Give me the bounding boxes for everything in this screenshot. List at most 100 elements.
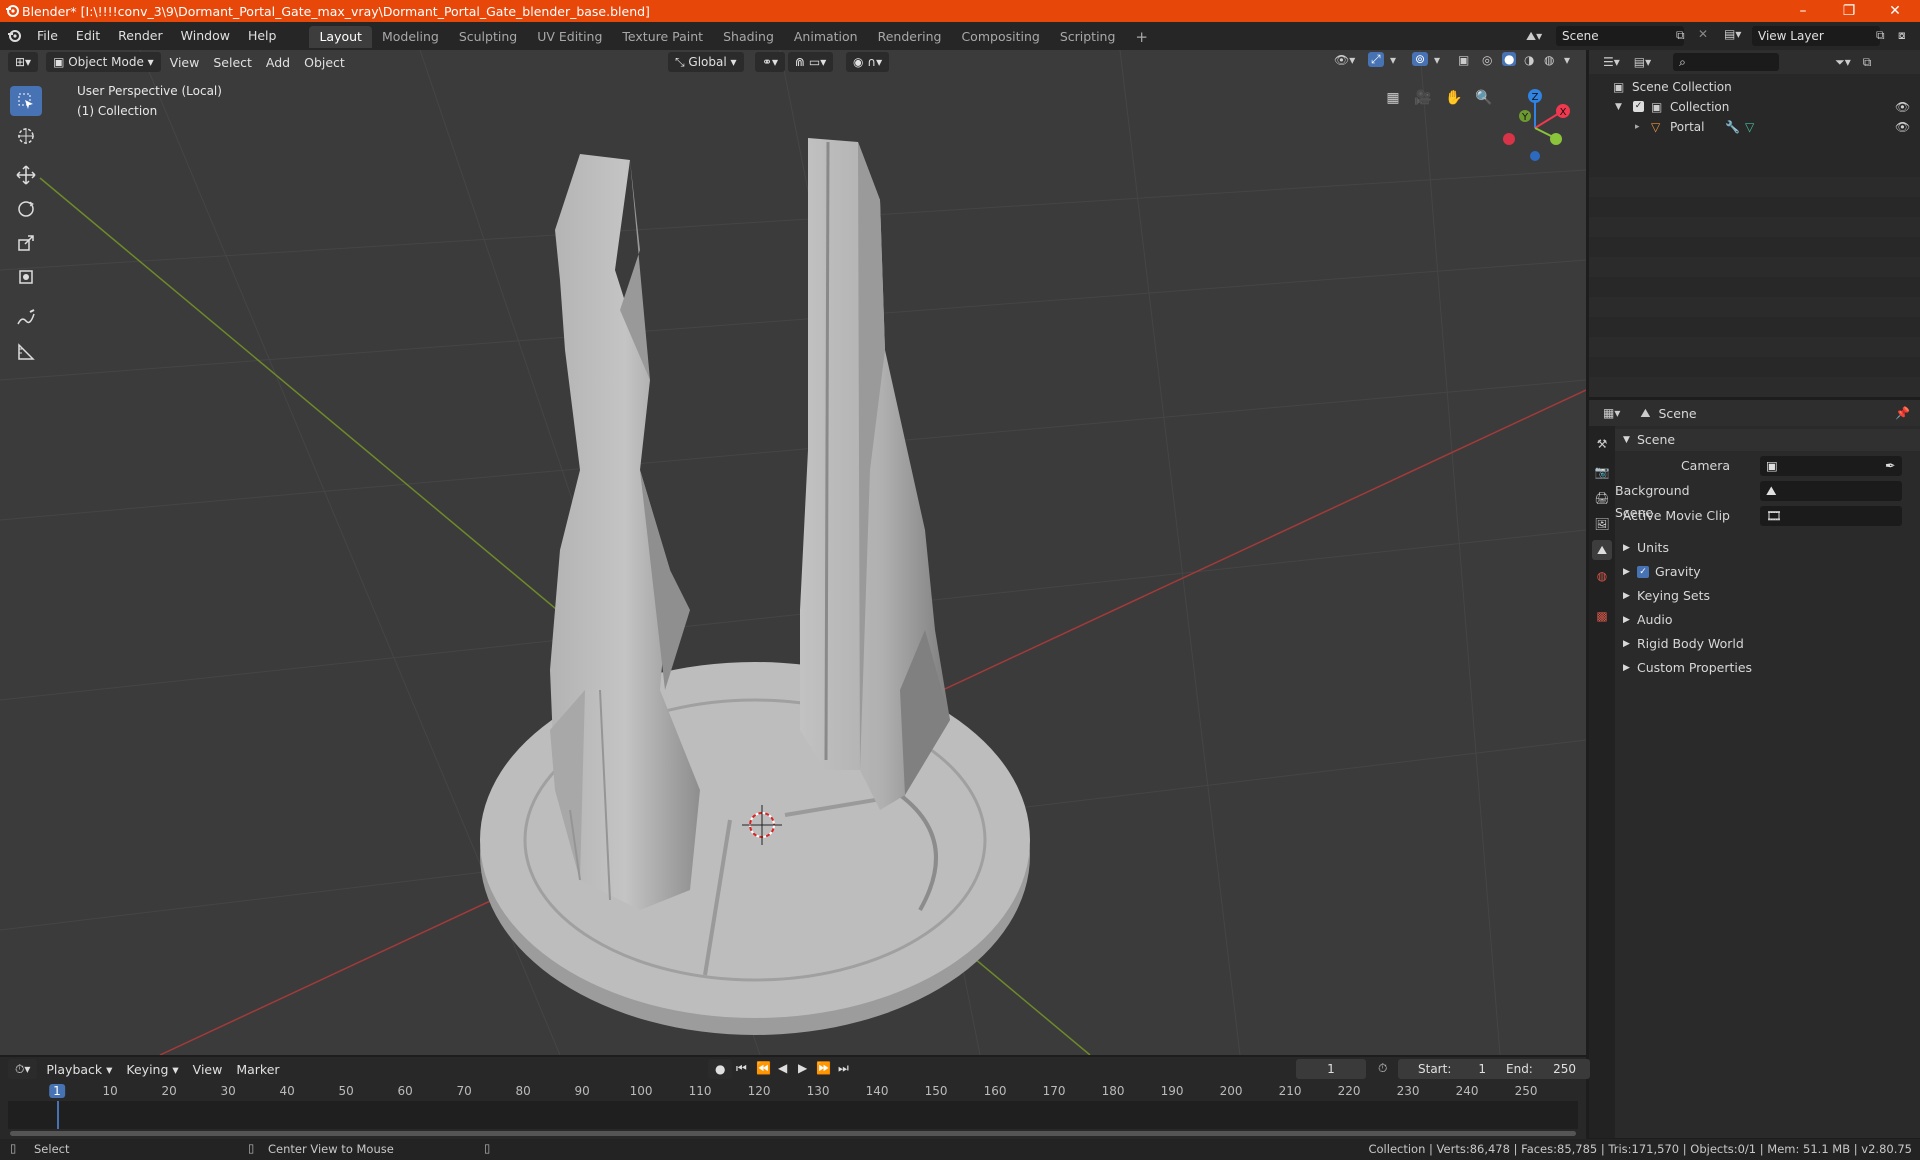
shading-rendered-icon[interactable]: ◍: [1544, 53, 1554, 67]
delete-scene-icon[interactable]: ✕: [1698, 27, 1708, 41]
timeline-scrollbar[interactable]: [10, 1131, 1576, 1136]
blender-menu-icon[interactable]: [0, 29, 28, 43]
pan-view-icon[interactable]: ✋: [1441, 85, 1467, 111]
tab-compositing[interactable]: Compositing: [951, 26, 1049, 48]
new-view-layer-icon[interactable]: ⧉: [1876, 28, 1885, 43]
object-mode-dropdown[interactable]: ▣ Object Mode ▾: [46, 52, 161, 72]
outliner-search-input[interactable]: ⌕: [1673, 53, 1780, 71]
outliner-scene-collection[interactable]: ▣ Scene Collection: [1589, 77, 1920, 97]
add-workspace-button[interactable]: +: [1125, 26, 1158, 48]
keying-sets-panel[interactable]: ▶ Keying Sets: [1615, 585, 1920, 607]
outliner-editor-type-icon[interactable]: ☰▾: [1603, 55, 1620, 69]
texture-tab-icon[interactable]: ▩: [1592, 606, 1612, 626]
tab-uv-editing[interactable]: UV Editing: [527, 26, 612, 48]
move-tool[interactable]: [10, 160, 42, 190]
eyedropper-icon[interactable]: ✒: [1885, 455, 1895, 477]
shading-material-icon[interactable]: ◑: [1524, 53, 1534, 67]
zoom-view-icon[interactable]: 🔍: [1471, 85, 1497, 111]
minimize-button[interactable]: –: [1780, 0, 1826, 22]
outliner[interactable]: ☰▾ ▤▾ ⌕ ⏷▾ ⧉ ▣ Scene Collection ▼ ✓ ▣ Co…: [1589, 50, 1920, 397]
tab-scripting[interactable]: Scripting: [1050, 26, 1126, 48]
restore-button[interactable]: ❐: [1826, 0, 1872, 22]
outliner-collection[interactable]: ▼ ✓ ▣ Collection 👁: [1589, 97, 1920, 117]
gravity-panel[interactable]: ▶ ✓ Gravity: [1615, 561, 1920, 583]
tab-sculpting[interactable]: Sculpting: [449, 26, 527, 48]
annotate-tool[interactable]: [10, 303, 42, 333]
3d-viewport[interactable]: ⊞▾ ▣ Object Mode ▾ View Select Add Objec…: [0, 50, 1586, 1055]
preview-range-icon[interactable]: ⏱: [1378, 1061, 1387, 1076]
rigid-body-world-panel[interactable]: ▶ Rigid Body World: [1615, 633, 1920, 655]
view-layer-icon[interactable]: ▤▾: [1724, 27, 1741, 41]
gizmo-dropdown-icon[interactable]: ▾: [1390, 53, 1396, 67]
jump-start-icon[interactable]: ⏮: [736, 1061, 747, 1076]
output-tab-icon[interactable]: 🖨: [1592, 488, 1612, 508]
scene-icon[interactable]: ⛰▾: [1526, 26, 1552, 46]
scale-tool[interactable]: [10, 228, 42, 258]
menu-view[interactable]: View: [163, 55, 207, 70]
visibility-icon[interactable]: 👁▾: [1334, 53, 1355, 67]
timeline-editor-type-icon[interactable]: ⏱▾: [8, 1059, 38, 1079]
outliner-object-portal[interactable]: ▸ ▽ Portal 🔧 ▽ 👁: [1589, 117, 1920, 137]
timeline-track[interactable]: [8, 1101, 1578, 1129]
menu-object[interactable]: Object: [297, 55, 352, 70]
jump-keyframe-forward-icon[interactable]: ⏩: [816, 1061, 831, 1075]
menu-window[interactable]: Window: [172, 22, 239, 50]
include-checkbox[interactable]: ✓: [1633, 101, 1644, 112]
transform-tool[interactable]: [10, 262, 42, 292]
menu-edit[interactable]: Edit: [67, 22, 109, 50]
play-reverse-icon[interactable]: ◀: [778, 1061, 787, 1075]
tab-layout[interactable]: Layout: [309, 26, 372, 48]
select-box-tool[interactable]: [10, 86, 42, 116]
editor-type-button[interactable]: ⊞▾: [8, 52, 39, 72]
visibility-eye-icon-portal[interactable]: 👁: [1895, 117, 1910, 137]
tool-tab-icon[interactable]: ⚒: [1592, 434, 1612, 454]
camera-view-icon[interactable]: 🎥: [1410, 85, 1436, 111]
gravity-checkbox[interactable]: ✓: [1637, 566, 1649, 578]
active-movie-clip-field[interactable]: 🎞: [1760, 506, 1902, 526]
menu-file[interactable]: File: [28, 22, 67, 50]
audio-panel[interactable]: ▶ Audio: [1615, 609, 1920, 631]
rotate-tool[interactable]: [10, 194, 42, 224]
jump-end-icon[interactable]: ⏭: [838, 1061, 849, 1076]
units-panel[interactable]: ▶ Units: [1615, 537, 1920, 559]
filter-icon[interactable]: ⏷▾: [1835, 55, 1851, 70]
proportional-edit-icon[interactable]: ◉ ∩▾: [846, 52, 890, 72]
scene-tab-icon[interactable]: ⛰: [1592, 540, 1612, 560]
menu-render[interactable]: Render: [109, 22, 172, 50]
pivot-point-icon[interactable]: ⚭▾: [755, 52, 786, 72]
transform-orientation-dropdown[interactable]: ⤡ Global ▾: [668, 52, 744, 72]
camera-field[interactable]: ▣: [1760, 456, 1902, 476]
custom-properties-panel[interactable]: ▶ Custom Properties: [1615, 657, 1920, 679]
render-tab-icon[interactable]: 📷: [1592, 462, 1612, 482]
world-tab-icon[interactable]: ◍: [1592, 566, 1612, 586]
menu-marker[interactable]: Marker: [229, 1062, 286, 1077]
menu-timeline-view[interactable]: View: [186, 1062, 230, 1077]
timeline-ruler[interactable]: 1 10 20 30 40 50 60 70 80 90 100 110 120 130 140 150 160…: [8, 1083, 1578, 1101]
snap-icon[interactable]: ⋒ ▭▾: [788, 52, 834, 72]
play-icon[interactable]: ▶: [798, 1061, 807, 1075]
start-frame-field[interactable]: Start: 1: [1398, 1059, 1500, 1079]
toggle-ortho-icon[interactable]: ▦: [1380, 85, 1406, 111]
new-collection-icon[interactable]: ⧉: [1863, 55, 1872, 70]
collapse-arrow-icon[interactable]: ▸: [1635, 117, 1640, 137]
overlay-dropdown-icon[interactable]: ▾: [1434, 53, 1440, 67]
shading-wireframe-icon[interactable]: ◎: [1482, 53, 1492, 67]
expand-arrow-icon[interactable]: ▼: [1615, 97, 1622, 117]
xray-icon[interactable]: ▣: [1458, 53, 1469, 67]
tab-animation[interactable]: Animation: [784, 26, 868, 48]
cursor-tool[interactable]: [10, 121, 42, 151]
background-scene-field[interactable]: ⛰: [1760, 481, 1902, 501]
shading-dropdown-icon[interactable]: ▾: [1564, 53, 1570, 67]
menu-keying[interactable]: Keying ▾: [119, 1062, 185, 1077]
view-layer-field[interactable]: View Layer: [1752, 26, 1880, 46]
tab-texture-paint[interactable]: Texture Paint: [612, 26, 713, 48]
menu-add[interactable]: Add: [259, 55, 297, 70]
properties-editor[interactable]: ▦▾ ⛰ Scene 📌 ⚒ 📷 🖨 🖼 ⛰ ◍ ▩ ▼ Scene Camer…: [1589, 400, 1920, 1138]
overlay-toggle-icon[interactable]: ⊚: [1412, 52, 1429, 66]
scene-field[interactable]: Scene: [1556, 26, 1684, 46]
measure-tool[interactable]: [10, 337, 42, 367]
timeline[interactable]: ⏱▾ Playback ▾ Keying ▾ View Marker ● ⏮ ⏪…: [0, 1057, 1590, 1139]
scene-panel-header[interactable]: ▼ Scene: [1615, 429, 1920, 451]
remove-view-layer-icon[interactable]: ⧇: [1898, 28, 1906, 43]
gizmo-toggle-icon[interactable]: ⤢: [1368, 52, 1384, 67]
